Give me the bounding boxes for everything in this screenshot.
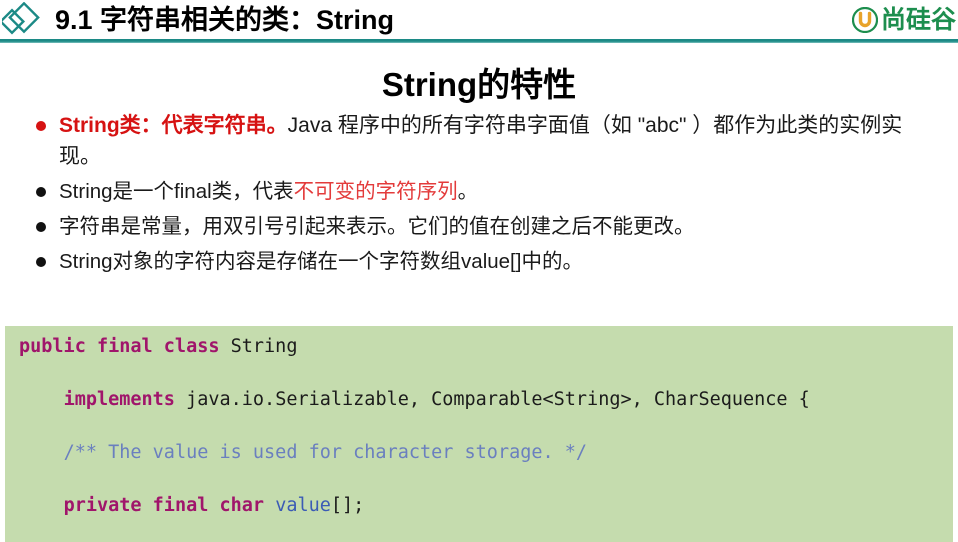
slide-header: 9.1 字符串相关的类：String 尚硅谷 (0, 0, 958, 44)
code-token: /** The value is used for character stor… (63, 441, 588, 463)
code-token: public final class (19, 335, 231, 357)
code-token: value (275, 494, 331, 516)
code-token: private final char (63, 494, 276, 516)
bullet-dot-icon (36, 257, 46, 267)
bullet-list: String类：代表字符串。Java 程序中的所有字符串字面值（如 "abc" … (33, 110, 933, 281)
bullet-segment-highlight: String类：代表字符串。 (59, 114, 288, 137)
slide-heading: String的特性 (381, 66, 577, 103)
bullet-segment-text: 字符串是常量，用双引号引起来表示。它们的值在创建之后不能更改。 (59, 215, 695, 238)
code-token: implements (63, 388, 187, 410)
list-item: String类：代表字符串。Java 程序中的所有字符串字面值（如 "abc" … (33, 110, 933, 172)
code-token: []; (330, 494, 365, 516)
brand-logo: 尚硅谷 (852, 4, 958, 36)
bullet-dot-icon (36, 187, 46, 197)
code-line: /** The value is used for character stor… (19, 440, 953, 467)
list-item: String是一个final类，代表不可变的字符序列。 (33, 176, 933, 207)
code-line: implements java.io.Serializable, Compara… (19, 387, 953, 414)
list-item: String对象的字符内容是存储在一个字符数组value[]中的。 (33, 246, 933, 277)
bullet-segment-text: String对象的字符内容是存储在一个字符数组value[]中的。 (59, 250, 583, 273)
code-line: public final class String (19, 334, 953, 361)
brand-name: 尚硅谷 (881, 5, 957, 34)
code-token: java.io.Serializable, Comparable<String>… (186, 388, 810, 410)
code-token: String (230, 335, 298, 357)
code-line: private final char value[]; (19, 493, 953, 520)
bullet-segment-text: String是一个final类，代表 (59, 180, 294, 203)
bullet-dot-icon (36, 121, 46, 131)
atguigu-u-mark-icon (852, 6, 879, 34)
bullet-segment-tail: 。 (457, 180, 479, 203)
code-snippet: public final class String implements jav… (5, 325, 953, 542)
header-divider (0, 39, 958, 43)
bullet-dot-icon (36, 222, 46, 232)
page-title: 9.1 字符串相关的类：String (55, 5, 395, 35)
bullet-segment-highlight: 不可变的字符序列 (293, 180, 458, 203)
double-diamond-icon (0, 1, 46, 40)
list-item: 字符串是常量，用双引号引起来表示。它们的值在创建之后不能更改。 (33, 211, 933, 242)
